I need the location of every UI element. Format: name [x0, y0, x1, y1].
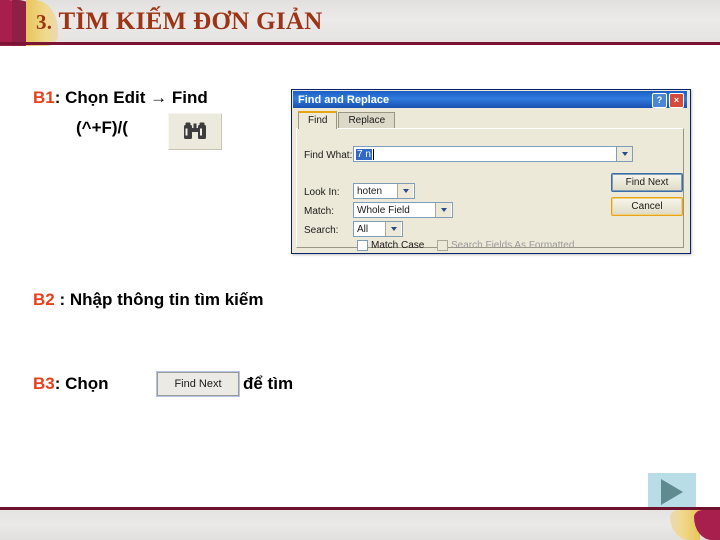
dialog-tab-panel: Find What: 7 n Look In: hoten Match: Who…	[296, 128, 684, 251]
play-triangle-icon	[661, 479, 683, 505]
tab-find[interactable]: Find	[298, 111, 338, 129]
search-label: Search:	[304, 225, 339, 236]
match-label: Match:	[304, 206, 335, 217]
close-icon[interactable]: ×	[669, 93, 684, 108]
step-b3-line: B3: Chọn	[33, 374, 109, 394]
look-in-label: Look In:	[304, 187, 340, 198]
chevron-down-icon	[621, 152, 628, 156]
step-b2-tag: B2	[33, 290, 55, 309]
search-select[interactable]: All	[353, 221, 403, 237]
look-in-value: hoten	[357, 185, 383, 197]
chevron-down-icon	[402, 189, 409, 193]
match-dropdown-arrow[interactable]	[435, 203, 451, 217]
binoculars-toolbar-button[interactable]	[168, 113, 222, 150]
chevron-down-icon	[390, 227, 397, 231]
header-divider-rule	[0, 42, 720, 45]
chevron-down-icon	[440, 208, 447, 212]
match-case-label: Match Case	[371, 240, 425, 251]
step-b1-text: Chọn Edit → Find	[60, 88, 208, 107]
search-fields-as-formatted-label: Search Fields As Formatted	[451, 240, 575, 251]
search-dropdown-arrow[interactable]	[385, 222, 401, 236]
dialog-title: Find and Replace	[298, 93, 390, 106]
match-value: Whole Field	[357, 204, 410, 216]
find-what-input[interactable]: 7 n	[353, 146, 617, 162]
find-what-value: 7 n	[356, 148, 372, 160]
dialog-body: Find Replace Find What: 7 n Look In: hot…	[296, 111, 684, 251]
page-title-text: TÌM KIẾM ĐƠN GIẢN	[52, 8, 323, 35]
step-b1-line1: B1: Chọn Edit → Find	[33, 88, 208, 108]
step-b3-suffix: để tìm	[243, 374, 294, 393]
step-b2-line: B2 : Nhập thông tin tìm kiếm	[33, 290, 263, 310]
step-b2-colon: :	[54, 290, 66, 309]
step-b1-line2: (^+F)/(	[76, 118, 128, 137]
step-b1-tag: B1	[33, 88, 55, 107]
dialog-tab-strip: Find Replace	[298, 111, 396, 129]
look-in-select[interactable]: hoten	[353, 183, 415, 199]
page-title: 3. TÌM KIẾM ĐƠN GIẢN	[36, 8, 323, 36]
next-slide-button[interactable]	[648, 473, 696, 511]
match-select[interactable]: Whole Field	[353, 202, 453, 218]
page-title-number: 3.	[36, 10, 53, 34]
tab-replace[interactable]: Replace	[338, 112, 396, 129]
dialog-titlebar[interactable]: Find and Replace ? ×	[293, 91, 687, 108]
text-caret	[372, 148, 374, 160]
look-in-dropdown-arrow[interactable]	[397, 184, 413, 198]
find-next-illustration-button[interactable]: Find Next	[156, 371, 240, 397]
search-fields-as-formatted-checkbox-row: Search Fields As Formatted	[437, 240, 574, 251]
match-case-checkbox-row[interactable]: Match Case	[357, 240, 424, 251]
help-icon[interactable]: ?	[652, 93, 667, 108]
match-case-checkbox[interactable]	[357, 240, 368, 251]
step-b3-text: Chọn	[60, 374, 109, 393]
step-b2-text: Nhập thông tin tìm kiếm	[65, 290, 264, 309]
search-fields-as-formatted-checkbox	[437, 240, 448, 251]
footer-band	[0, 510, 720, 540]
search-value: All	[357, 223, 369, 235]
find-next-button[interactable]: Find Next	[611, 173, 683, 192]
cancel-button[interactable]: Cancel	[611, 197, 683, 216]
binoculars-icon	[184, 122, 206, 139]
find-what-label: Find What:	[304, 150, 353, 161]
step-b3-tag: B3	[33, 374, 55, 393]
find-and-replace-dialog: Find and Replace ? × Find Replace Find W…	[291, 89, 691, 254]
find-what-dropdown-button[interactable]	[617, 146, 633, 162]
